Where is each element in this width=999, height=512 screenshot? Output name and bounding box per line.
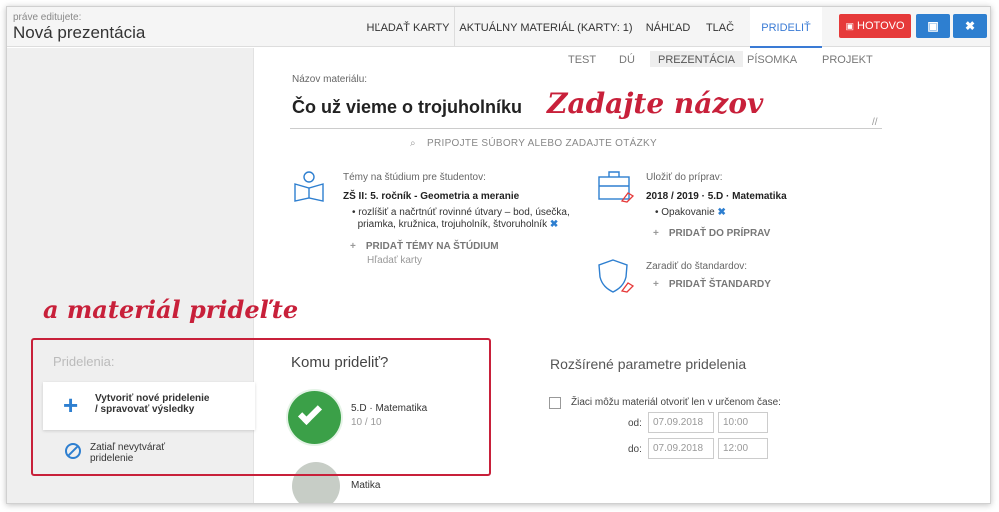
add-preparations-label: PRIDAŤ DO PRÍPRAV [668,228,771,239]
resize-handle-icon[interactable]: // [872,117,878,128]
content-tab-presentation[interactable]: PREZENTÁCIA [650,51,744,67]
extended-params-heading: Rozšírené parametre pridelenia [550,356,747,372]
preparations-label: Uložiť do príprav: [646,172,723,183]
preparations-value: 2018 / 2019 · 5.D · Matematika [646,191,787,202]
add-topics-label: PRIDAŤ TÉMY NA ŠTÚDIUM [365,241,499,252]
close-button[interactable]: ✖ [953,14,987,38]
time-limit-label: Žiaci môžu materiál otvoriť len v určeno… [571,397,781,408]
topics-subject: ZŠ II: 5. ročník - Geometria a meranie [343,191,520,202]
tab-current-material[interactable]: AKTUÁLNY MATERIÁL (KARTY: 1) [455,7,637,47]
from-time-input[interactable]: 10:00 [718,412,768,433]
briefcase-pin-icon [598,171,635,203]
annotation-highlight-box [31,338,491,476]
done-button[interactable]: ▣ HOTOVO [839,14,911,38]
add-standards-label: PRIDAŤ ŠTANDARDY [668,279,771,290]
save-button[interactable]: ▣ [916,14,950,38]
preparation-item-label: Opakovanie [661,207,715,218]
standards-label: Zaradiť do štandardov: [646,261,748,272]
time-limit-checkbox[interactable] [549,397,561,409]
content-tab-project[interactable]: PROJEKT [822,54,873,66]
document-title: Nová prezentácia [13,23,146,42]
topics-label: Témy na štúdium pre študentov: [343,172,486,183]
tab-assign[interactable]: PRIDELIŤ [750,7,822,48]
plus-icon: + [350,241,356,252]
add-standards-link[interactable]: + PRIDAŤ ŠTANDARDY [653,279,771,290]
annotation-enter-name: Zadajte názov [547,87,764,120]
material-name-label: Názov materiálu: [292,74,368,85]
tab-search-cards[interactable]: HĽADAŤ KARTY [362,7,454,47]
tab-preview[interactable]: NÁHĽAD [639,7,697,47]
done-label: HOTOVO [857,20,905,32]
topic-item-line1: rozlíšiť a načrtnúť rovinné útvary – bod… [358,207,570,218]
book-person-icon [294,171,324,202]
top-bar: práve editujete: Nová prezentácia HĽADAŤ… [7,7,990,48]
to-label: do: [628,444,642,455]
topic-item: • rozlíšiť a načrtnúť rovinné útvary – b… [352,207,570,230]
plus-icon: + [653,279,659,290]
plus-icon: + [653,228,659,239]
add-to-preparations-link[interactable]: + PRIDAŤ DO PRÍPRAV [653,228,770,239]
tab-print[interactable]: TLAČ [699,7,741,47]
remove-preparation-icon[interactable]: ✖ [717,207,725,218]
from-label: od: [628,418,642,429]
search-cards-link[interactable]: Hľadať karty [367,255,422,266]
remove-topic-icon[interactable]: ✖ [550,219,558,230]
save-icon: ▣ [845,21,854,31]
material-name-input[interactable]: Čo už vieme o trojuholníku [292,97,522,118]
attach-files-label: PRIPOJTE SÚBORY ALEBO ZADAJTE OTÁZKY [427,138,657,149]
attach-files-link[interactable]: ⌕ PRIPOJTE SÚBORY ALEBO ZADAJTE OTÁZKY [410,138,657,149]
material-name-underline [290,128,882,129]
shield-pin-icon [598,259,635,293]
to-time-input[interactable]: 12:00 [718,438,768,459]
paperclip-icon: ⌕ [410,138,416,149]
preparation-item: • Opakovanie ✖ [655,207,726,218]
annotation-assign-material: a materiál prideľte [43,295,299,324]
editing-label: práve editujete: [13,12,82,23]
class-name[interactable]: Matika [351,480,380,491]
content-tab-exam[interactable]: PÍSOMKA [747,54,797,66]
content-tab-test[interactable]: TEST [568,54,596,66]
app-window: práve editujete: Nová prezentácia HĽADAŤ… [6,6,991,504]
content-tab-homework[interactable]: DÚ [619,54,635,66]
to-date-input[interactable]: 07.09.2018 [648,438,714,459]
add-topics-link[interactable]: + PRIDAŤ TÉMY NA ŠTÚDIUM [350,241,499,252]
floppy-icon: ▣ [927,19,939,33]
close-icon: ✖ [964,19,976,33]
topic-item-line2: priamka, kružnica, trojuholník, štvoruho… [357,219,548,230]
from-date-input[interactable]: 07.09.2018 [648,412,714,433]
